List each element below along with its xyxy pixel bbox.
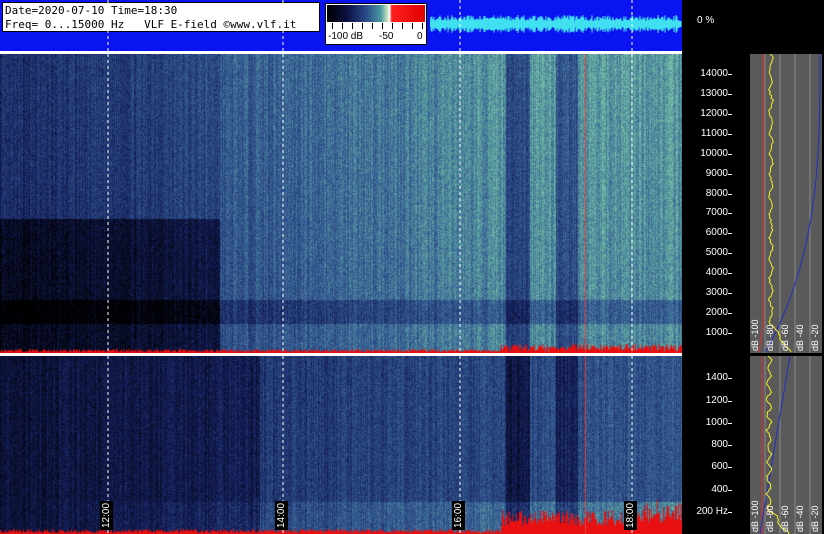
db-tick-label: dB -60 [780, 505, 790, 532]
y-tick-label: 11000 [700, 127, 728, 139]
y-tick [728, 273, 732, 275]
y-tick-label: 1400 [705, 372, 728, 384]
time-label: 12:00 [100, 500, 113, 530]
y-tick-label: 8000 [705, 187, 728, 199]
y-tick-label: 1000 [705, 327, 728, 339]
axis-panel-top: 1000 2000 3000 4000 5000 6000 7000 8000 9000 1000… [682, 51, 824, 353]
y-tick [728, 313, 732, 315]
y-tick [728, 153, 732, 155]
y-tick [728, 422, 732, 424]
y-tick-label: 10000 [700, 147, 728, 159]
spectrum-plot-top [750, 53, 822, 353]
y-tick [728, 489, 732, 491]
y-tick-label: 800 [711, 439, 728, 450]
y-tick [728, 511, 732, 513]
y-tick-label: 2000 [705, 307, 728, 319]
db-tick-label: dB -80 [765, 324, 775, 351]
db-tick-label: dB -100 [750, 319, 760, 351]
y-tick [728, 333, 732, 335]
y-tick [728, 173, 732, 175]
y-tick [728, 73, 732, 75]
time-label: 14:00 [275, 500, 288, 530]
time-label: 18:00 [624, 500, 637, 530]
y-tick [728, 193, 732, 195]
db-tick-label: dB -40 [795, 324, 805, 351]
db-tick-label: dB -100 [750, 500, 760, 532]
db-tick-label: dB -40 [795, 505, 805, 532]
y-tick-label: 7000 [705, 207, 728, 219]
y-tick-label: 600 [711, 461, 728, 473]
y-tick-label: 400 [711, 483, 728, 495]
y-tick [728, 467, 732, 469]
y-tick-label: 1200 [705, 394, 728, 406]
y-tick [728, 213, 732, 215]
y-tick-label: 1000 [705, 416, 728, 428]
y-tick-label: 9000 [705, 167, 728, 179]
axis-panel-bottom: 200 Hz 400 600 800 1000 1200 1400 dB -100 dB -8… [682, 355, 824, 534]
y-tick-label: 13000 [700, 87, 728, 99]
y-tick [728, 400, 732, 402]
y-tick [728, 293, 732, 295]
y-tick [728, 445, 732, 446]
y-tick [728, 93, 732, 95]
y-tick [728, 113, 732, 115]
average-spectrum-line [765, 53, 821, 353]
noise-floor-line [758, 54, 764, 353]
db-tick-label: dB -20 [810, 505, 820, 532]
y-tick-label: 6000 [705, 227, 728, 239]
y-tick-label: 200 Hz [696, 505, 728, 517]
time-gridlines [107, 0, 633, 534]
y-tick [728, 253, 732, 255]
y-tick-label: 5000 [705, 247, 728, 259]
spectrum-profile-top [758, 53, 821, 353]
y-tick [728, 378, 732, 380]
db-tick-label: dB -80 [765, 505, 775, 532]
percent-label: 0 % [697, 15, 715, 26]
time-label: 16:00 [452, 500, 465, 530]
vlf-spectrogram-screen: Date=2020-07-10 Time=18:30 Freq= 0...1500… [0, 0, 824, 534]
y-tick [728, 133, 732, 135]
y-tick-label: 12000 [700, 107, 728, 119]
y-tick-label: 4000 [705, 267, 728, 279]
y-tick [728, 233, 732, 235]
db-tick-label: dB -20 [810, 324, 820, 351]
y-tick-label: 14000 [700, 67, 728, 79]
db-tick-label: dB -60 [780, 324, 790, 351]
y-tick-label: 3000 [705, 287, 728, 299]
